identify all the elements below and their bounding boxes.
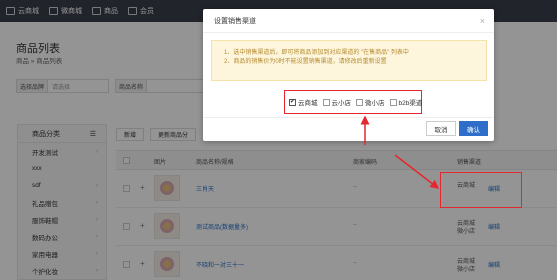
dialog-tip: 1、选中销售渠道后，即可将商品添加到对应渠道的 "在售商品" 列表中 2、商品的… [211, 40, 487, 81]
dialog-header: 设置销售渠道 × [203, 9, 494, 33]
checkbox-checked-icon[interactable]: ✔ [289, 98, 296, 106]
channel-option-cloud-store[interactable]: 云小店 [322, 97, 352, 107]
checkbox-icon[interactable] [322, 98, 330, 106]
confirm-button[interactable]: 确认 [459, 121, 488, 136]
dialog-title: 设置销售渠道 [214, 17, 256, 25]
cancel-button[interactable]: 取消 [426, 121, 456, 136]
channel-option-micro-store[interactable]: 微小店 [356, 97, 385, 107]
channel-option-b2b[interactable]: b2b渠道 [389, 97, 423, 107]
tip-line: 1、选中销售渠道后，即可将商品添加到对应渠道的 "在售商品" 列表中 [224, 50, 409, 56]
channel-option-label: 云小店 [331, 100, 352, 107]
tip-line: 2、商品的销售价为0时不能设置销售渠道，请修改后重新设置 [224, 59, 387, 65]
checkbox-icon[interactable] [356, 98, 363, 106]
close-icon[interactable]: × [480, 16, 485, 26]
channel-option-label: 云商城 [298, 100, 318, 107]
channel-options: ✔ 云商城 云小店 微小店 b2b渠道 [284, 90, 422, 114]
channel-option-label: 微小店 [365, 100, 385, 107]
sales-channel-dialog: 设置销售渠道 × 1、选中销售渠道后，即可将商品添加到对应渠道的 "在售商品" … [203, 9, 494, 141]
channel-option-cloud-mall[interactable]: ✔ 云商城 [289, 97, 318, 107]
channel-highlight-box [440, 172, 522, 208]
checkbox-icon[interactable] [389, 98, 397, 106]
channel-option-label: b2b渠道 [398, 100, 423, 107]
